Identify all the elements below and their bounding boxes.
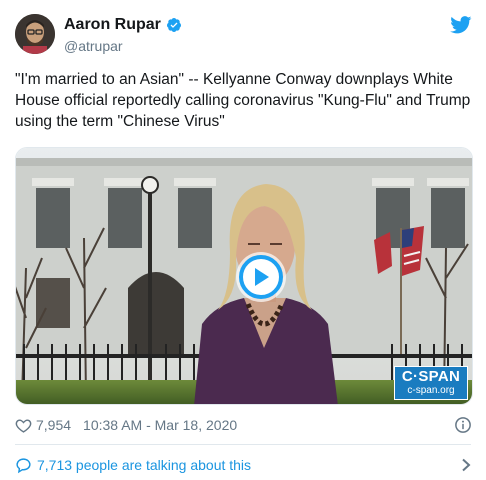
user-handle[interactable]: @atrupar	[64, 38, 123, 54]
play-button[interactable]	[239, 255, 283, 299]
cspan-logo-text: C·SPAN	[401, 368, 461, 385]
avatar[interactable]	[15, 14, 55, 54]
speech-bubble-icon	[16, 457, 31, 473]
tweet-text: "I'm married to an Asian" -- Kellyanne C…	[15, 71, 471, 130]
author-name-row[interactable]: Aaron Rupar	[64, 16, 182, 34]
display-name[interactable]: Aaron Rupar	[64, 16, 161, 34]
like-button[interactable]: 7,954	[15, 417, 71, 434]
heart-icon[interactable]	[15, 417, 32, 434]
video-player[interactable]: C·SPAN c-span.org	[15, 147, 473, 405]
tweet-meta-row: 7,954 10:38 AM - Mar 18, 2020	[15, 414, 472, 436]
conversation-link[interactable]: 7,713 people are talking about this	[15, 455, 472, 475]
verified-badge-icon	[166, 18, 181, 32]
like-count[interactable]: 7,954	[36, 417, 71, 433]
info-icon[interactable]	[454, 416, 472, 434]
tweet-card[interactable]: Aaron Rupar @atrupar "I'm married to an …	[0, 0, 486, 480]
chevron-right-icon[interactable]	[460, 458, 472, 472]
divider	[15, 444, 471, 445]
cspan-watermark: C·SPAN c-span.org	[394, 366, 468, 400]
timestamp[interactable]: 10:38 AM - Mar 18, 2020	[83, 417, 237, 433]
play-icon	[255, 268, 269, 286]
twitter-bird-icon[interactable]	[450, 16, 472, 34]
cspan-url: c-span.org	[407, 385, 455, 396]
conversation-label[interactable]: 7,713 people are talking about this	[37, 457, 251, 473]
